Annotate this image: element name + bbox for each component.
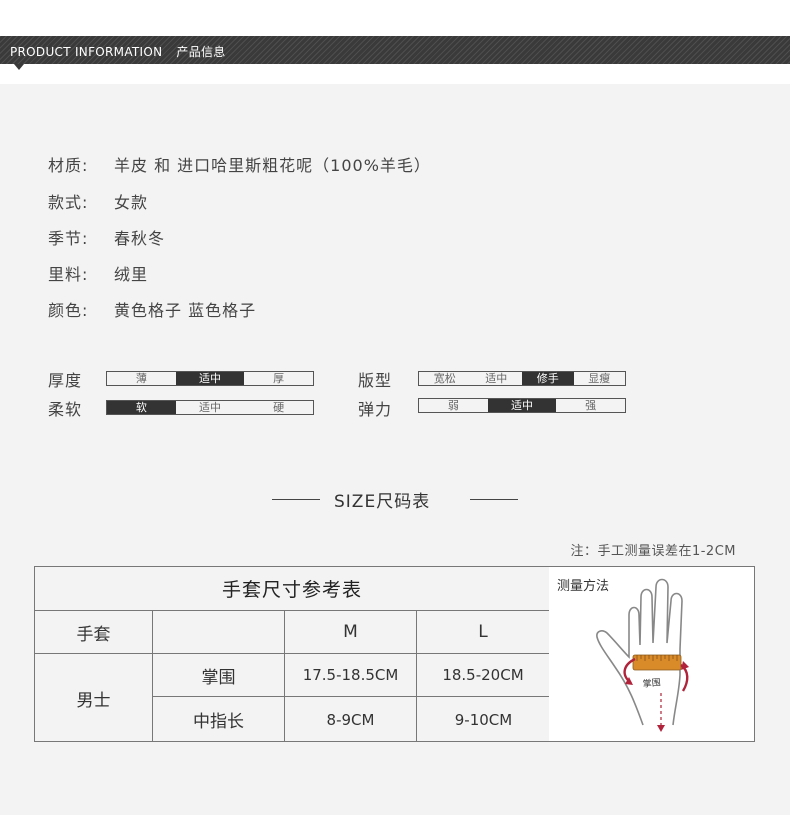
measurement-note: 注：手工测量误差在1-2CM bbox=[570, 544, 736, 559]
title-rule-right bbox=[470, 499, 518, 500]
table-cell: 17.5-18.5CM bbox=[285, 654, 417, 697]
info-key: 材质: bbox=[48, 156, 89, 175]
title-rule-left bbox=[272, 499, 320, 500]
scale-option: 强 bbox=[585, 399, 597, 412]
scale-label-fit: 版型 bbox=[358, 371, 393, 390]
info-value: 羊皮 和 进口哈里斯粗花呢（100%羊毛） bbox=[114, 156, 431, 175]
scale-option: 薄 bbox=[135, 372, 147, 385]
table-row-label: 掌围 bbox=[153, 654, 285, 697]
scale-thickness: 薄 适中 厚 bbox=[106, 371, 314, 386]
top-blank-area bbox=[0, 0, 790, 36]
section-header-band: PRODUCT INFORMATION 产品信息 bbox=[0, 36, 790, 64]
scale-label-thickness: 厚度 bbox=[48, 371, 83, 390]
header-notch-icon bbox=[14, 64, 24, 70]
info-value: 女款 bbox=[114, 193, 149, 212]
scale-option: 显瘦 bbox=[588, 372, 611, 385]
table-col-l: L bbox=[417, 611, 550, 654]
table-title: 手套尺寸参考表 bbox=[35, 567, 550, 611]
info-value: 春秋冬 bbox=[114, 229, 166, 248]
scale-option-selected: 修手 bbox=[522, 372, 574, 385]
scale-option: 厚 bbox=[273, 372, 285, 385]
info-key: 季节: bbox=[48, 229, 89, 248]
header-underbar bbox=[0, 64, 790, 84]
table-cell: 18.5-20CM bbox=[417, 654, 550, 697]
info-row-lining: 里料: 绒里 bbox=[48, 264, 148, 286]
scale-option-selected: 适中 bbox=[175, 372, 245, 385]
scale-elasticity: 弱 适中 强 bbox=[418, 398, 626, 413]
info-value: 绒里 bbox=[114, 265, 149, 284]
info-key: 款式: bbox=[48, 193, 89, 212]
table-row-label: 中指长 bbox=[153, 697, 285, 742]
info-key: 里料: bbox=[48, 265, 89, 284]
scale-label-softness: 柔软 bbox=[48, 400, 83, 419]
size-title-text: SIZE尺码表 bbox=[334, 492, 431, 512]
scale-label-elasticity: 弹力 bbox=[358, 400, 393, 419]
down-arrow-head-icon bbox=[657, 725, 665, 732]
table-cell: 9-10CM bbox=[454, 710, 513, 729]
size-table: 手套尺寸参考表 手套 M L 男士 掌围 17.5-18.5CM 18.5-20… bbox=[34, 566, 550, 742]
header-title-cn: 产品信息 bbox=[176, 45, 226, 59]
table-group-men: 男士 bbox=[35, 654, 153, 742]
scale-option: 弱 bbox=[447, 399, 459, 412]
section-header-text: PRODUCT INFORMATION 产品信息 bbox=[10, 43, 226, 60]
table-cell: 8-9CM bbox=[285, 697, 417, 742]
info-value: 黄色格子 蓝色格子 bbox=[114, 301, 257, 320]
info-row-style: 款式: 女款 bbox=[48, 192, 148, 214]
scale-option-selected: 适中 bbox=[487, 399, 557, 412]
info-row-season: 季节: 春秋冬 bbox=[48, 228, 165, 250]
size-section-title: SIZE尺码表 bbox=[272, 487, 518, 512]
scale-option: 宽松 bbox=[433, 372, 456, 385]
info-row-material: 材质: 羊皮 和 进口哈里斯粗花呢（100%羊毛） bbox=[48, 155, 431, 177]
table-empty-header bbox=[153, 611, 285, 654]
table-col-m: M bbox=[285, 611, 417, 654]
scale-option: 适中 bbox=[485, 372, 508, 385]
info-row-color: 颜色: 黄色格子 蓝色格子 bbox=[48, 300, 256, 322]
table-row-header: 手套 bbox=[35, 611, 153, 654]
measurement-method-panel: 测量方法 掌围 bbox=[549, 566, 755, 742]
hand-measure-illustration: 掌围 bbox=[596, 578, 689, 732]
scale-option: 适中 bbox=[199, 401, 221, 414]
palm-label: 掌围 bbox=[642, 677, 661, 690]
scale-option-selected: 软 bbox=[107, 401, 176, 414]
header-title-en: PRODUCT INFORMATION bbox=[10, 45, 163, 59]
hand-outline-icon bbox=[596, 578, 683, 726]
info-key: 颜色: bbox=[48, 301, 89, 320]
scale-fit: 宽松 适中 修手 显瘦 bbox=[418, 371, 626, 386]
scale-softness: 软 适中 硬 bbox=[106, 400, 314, 415]
scale-option: 硬 bbox=[273, 401, 285, 414]
